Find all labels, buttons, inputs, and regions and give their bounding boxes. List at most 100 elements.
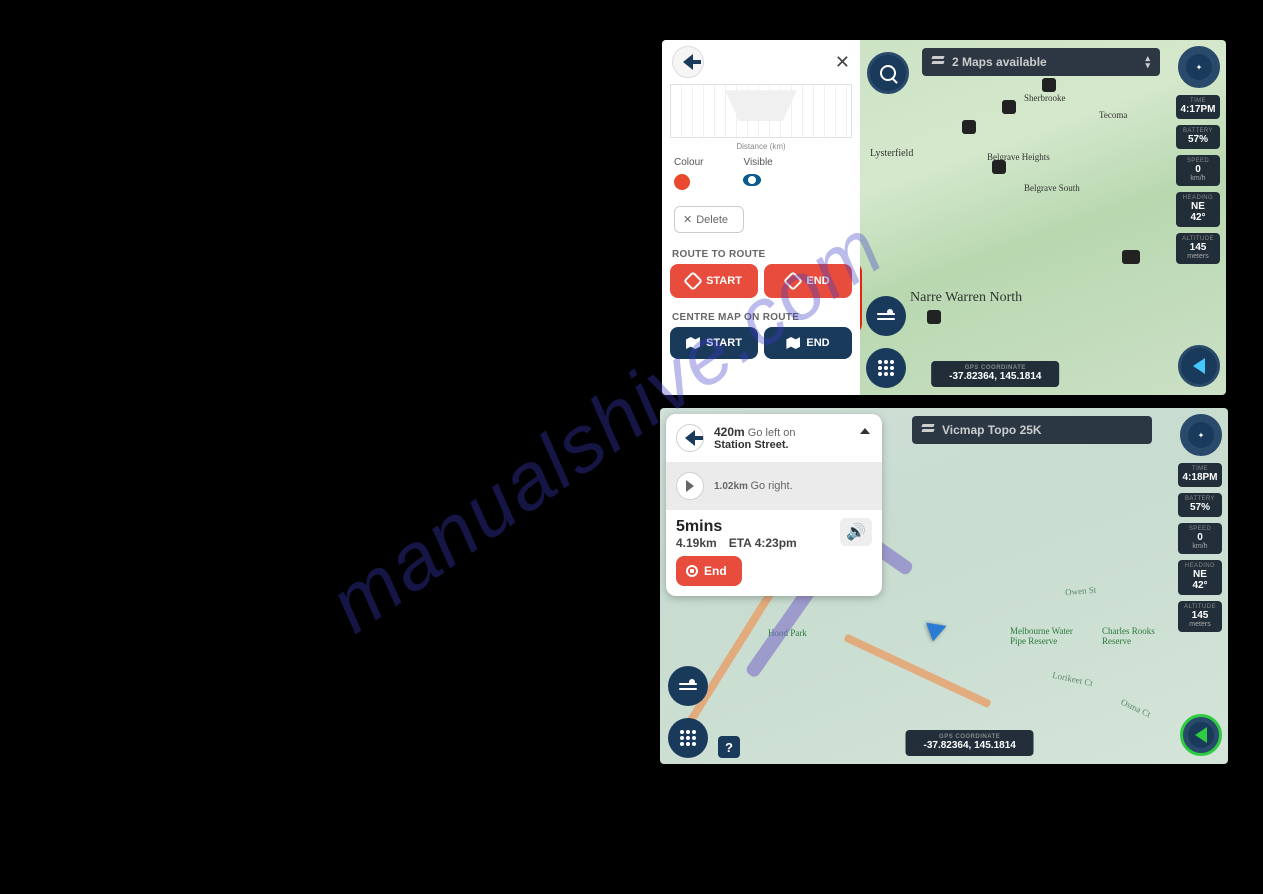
compass-button[interactable]: ✦	[1178, 46, 1220, 88]
grid-fab[interactable]	[668, 718, 708, 758]
route-panel: ✕ Distance (km) Colour Visible ✕ Delete …	[662, 40, 860, 395]
grid-icon	[680, 730, 696, 746]
locate-icon	[1195, 727, 1207, 743]
locate-button[interactable]	[1178, 345, 1220, 387]
status-heading-deg: 42°	[1182, 580, 1218, 591]
layers-icon	[922, 424, 936, 436]
map-label-charles: Charles Rooks Reserve	[1102, 626, 1172, 646]
maps-dropdown[interactable]: 2 Maps available ▴▾	[922, 48, 1160, 76]
status-heading: HEADING NE 42°	[1178, 560, 1222, 595]
centre-start-label: START	[706, 337, 742, 349]
screenshot-1: Lysterfield Belgrave Heights Belgrave So…	[662, 40, 1226, 395]
status-heading: HEADING NE 42°	[1176, 192, 1220, 227]
locate-button[interactable]	[1180, 714, 1222, 756]
step1-road: Station Street.	[714, 439, 795, 451]
status-battery-value: 57%	[1182, 502, 1218, 513]
centre-start-button[interactable]: START	[670, 327, 758, 359]
status-altitude-value: 145	[1180, 242, 1216, 253]
locate-icon	[1193, 358, 1205, 374]
sliders-icon	[877, 310, 895, 323]
route-to-route-heading: ROUTE TO ROUTE	[662, 243, 860, 264]
step1-distance: 420m	[714, 425, 745, 439]
nav-total-distance: 4.19km	[676, 536, 717, 550]
search-button[interactable]	[867, 52, 909, 94]
sliders-fab[interactable]	[866, 296, 906, 336]
stop-icon	[686, 565, 698, 577]
nav-step-current[interactable]: 420m Go left on Station Street.	[666, 414, 882, 462]
delete-button[interactable]: ✕ Delete	[674, 206, 744, 233]
elevation-x-label: Distance (km)	[662, 142, 860, 151]
delete-label: Delete	[696, 214, 728, 226]
gps-readout: GPS COORDINATE -37.82364, 145.1814	[931, 361, 1059, 387]
status-heading-value: NE	[1182, 569, 1218, 580]
compass-icon: ✦	[1196, 63, 1203, 72]
route-colour-swatch[interactable]	[674, 174, 690, 190]
centre-map-heading: CENTRE MAP ON ROUTE	[662, 306, 860, 327]
status-battery: BATTERY 57%	[1176, 125, 1220, 149]
grid-icon	[878, 360, 894, 376]
status-heading-value: NE	[1180, 201, 1216, 212]
sliders-icon	[679, 680, 697, 693]
status-heading-deg: 42°	[1180, 212, 1216, 223]
status-speed: SPEED 0 km/h	[1176, 155, 1220, 186]
map-label-sherbrooke: Sherbrooke	[1024, 93, 1066, 103]
screenshot-2: Hood Park Melbourne Water Pipe Reserve C…	[660, 408, 1228, 764]
maps-dropdown-label: Vicmap Topo 25K	[942, 423, 1042, 437]
poi-icon	[1042, 78, 1056, 92]
status-speed-value: 0	[1180, 164, 1216, 175]
delete-x-icon: ✕	[683, 213, 692, 226]
turn-left-icon	[676, 424, 704, 452]
status-stack: TIME 4:18PM BATTERY 57% SPEED 0 km/h HEA…	[1178, 463, 1222, 632]
poi-icon	[962, 120, 976, 134]
status-altitude: ALTITUDE 145 meters	[1176, 233, 1220, 264]
compass-icon: ✦	[1198, 431, 1205, 440]
end-navigation-button[interactable]: End	[676, 556, 742, 586]
status-speed-unit: km/h	[1182, 543, 1218, 550]
back-arrow-icon	[683, 54, 693, 70]
back-button[interactable]	[672, 46, 704, 78]
nav-step-next[interactable]: 1.02km Go right.	[666, 462, 882, 510]
visibility-toggle[interactable]	[743, 174, 761, 186]
close-button[interactable]: ✕	[835, 52, 850, 73]
route-end-button[interactable]: END	[764, 264, 852, 298]
tractor-icon	[1122, 250, 1140, 264]
layers-icon	[932, 56, 946, 68]
map-label-lysterfield: Lysterfield	[870, 148, 913, 159]
grid-fab[interactable]	[866, 348, 906, 388]
maps-dropdown[interactable]: Vicmap Topo 25K	[912, 416, 1152, 444]
status-battery: BATTERY 57%	[1178, 493, 1222, 517]
status-time-value: 4:18PM	[1182, 472, 1218, 483]
status-altitude: ALTITUDE 145 meters	[1178, 601, 1222, 632]
status-time: TIME 4:18PM	[1178, 463, 1222, 487]
diamond-icon	[683, 271, 703, 291]
status-time-value: 4:17PM	[1180, 104, 1216, 115]
help-button[interactable]: ?	[718, 736, 740, 758]
centre-end-button[interactable]: END	[764, 327, 852, 359]
voice-toggle[interactable]: 🔊	[840, 518, 872, 546]
turn-right-icon	[676, 472, 704, 500]
poi-icon	[927, 310, 941, 324]
status-altitude-value: 145	[1182, 610, 1218, 621]
map-label-narre: Narre Warren North	[910, 290, 1022, 306]
route-start-button[interactable]: START	[670, 264, 758, 298]
status-time: TIME 4:17PM	[1176, 95, 1220, 119]
speaker-icon: 🔊	[846, 522, 866, 542]
nav-eta: ETA 4:23pm	[729, 536, 797, 550]
navigation-card: 420m Go left on Station Street. 1.02km G…	[666, 414, 882, 596]
map-label-belgrave-south: Belgrave South	[1024, 183, 1080, 193]
colour-label: Colour	[674, 157, 703, 168]
status-speed-value: 0	[1182, 532, 1218, 543]
poi-icon	[992, 160, 1006, 174]
compass-button[interactable]: ✦	[1180, 414, 1222, 456]
nav-time-remaining: 5mins	[676, 518, 797, 536]
poi-icon	[1002, 100, 1016, 114]
sliders-fab[interactable]	[668, 666, 708, 706]
gps-readout: GPS COORDINATE -37.82364, 145.1814	[906, 730, 1034, 756]
step2-distance: 1.02km	[714, 481, 748, 492]
updown-icon: ▴▾	[1145, 55, 1150, 69]
status-altitude-unit: meters	[1182, 621, 1218, 628]
collapse-icon[interactable]	[860, 428, 870, 434]
centre-end-label: END	[806, 337, 829, 349]
status-battery-value: 57%	[1180, 134, 1216, 145]
map-label-tecoma: Tecoma	[1099, 110, 1127, 120]
